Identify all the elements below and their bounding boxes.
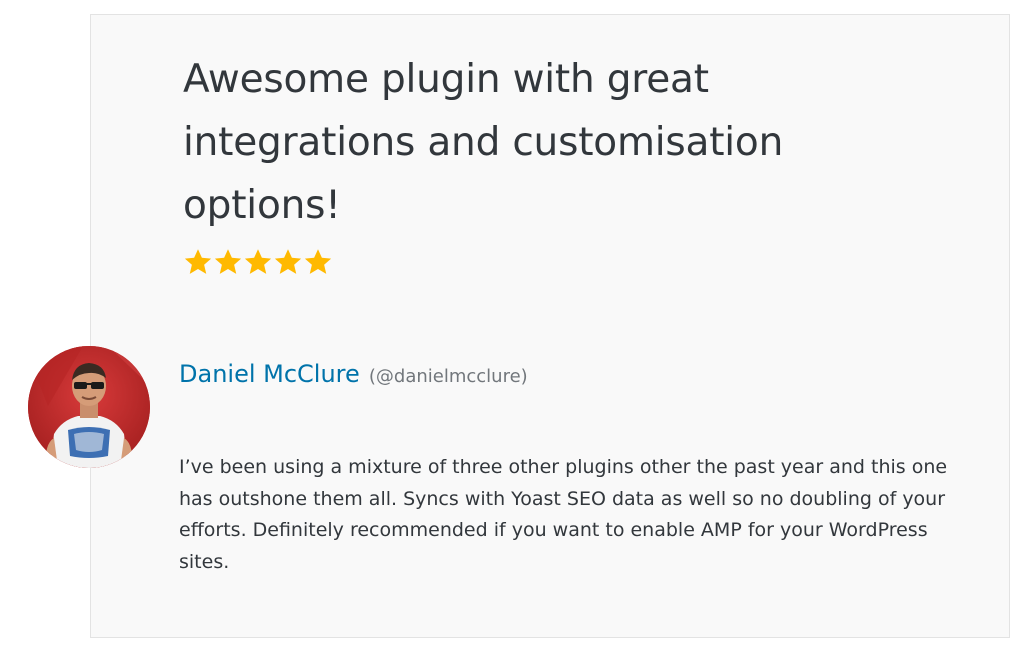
review-title: Awesome plugin with great integrations a…	[183, 57, 784, 228]
star-icon	[244, 249, 272, 274]
star-icon	[184, 249, 212, 274]
star-icon	[274, 249, 302, 274]
author-name-link[interactable]: Daniel McClure	[179, 360, 360, 388]
avatar	[28, 346, 150, 468]
star-icon	[214, 249, 242, 274]
page: Awesome plugin with great integrations a…	[0, 0, 1024, 649]
review-body: I’ve been using a mixture of three other…	[179, 456, 948, 573]
review-author: Daniel McClure (@danielmcclure)	[179, 360, 528, 388]
author-handle: (@danielmcclure)	[368, 366, 528, 387]
user-avatar-photo-icon	[28, 346, 150, 468]
star-rating	[183, 247, 333, 277]
star-icon	[304, 249, 332, 274]
